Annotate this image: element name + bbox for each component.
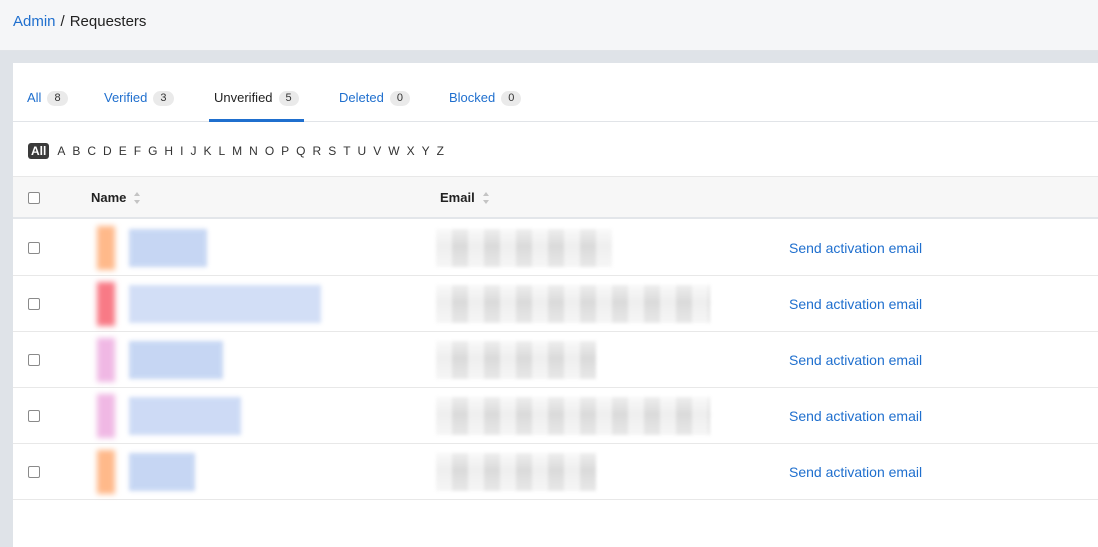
alphabet-filter-letter[interactable]: Z	[437, 143, 444, 159]
top-bar: Admin / Requesters	[0, 0, 1098, 51]
alphabet-filter-letter[interactable]: K	[203, 143, 211, 159]
email-redacted	[436, 341, 596, 379]
email-redacted	[436, 397, 710, 435]
table-row: Send activation email	[13, 276, 1098, 332]
row-checkbox[interactable]	[28, 466, 40, 478]
alphabet-filter-letter[interactable]: C	[87, 143, 96, 159]
column-label: Email	[440, 190, 475, 205]
send-activation-email-link[interactable]: Send activation email	[789, 408, 922, 424]
alphabet-filter-letter[interactable]: T	[343, 143, 350, 159]
alphabet-filter-letter[interactable]: V	[373, 143, 381, 159]
tab-label: All	[27, 90, 42, 105]
row-checkbox[interactable]	[28, 242, 40, 254]
tab-label: Blocked	[449, 90, 496, 105]
alphabet-filter-letter[interactable]: X	[407, 143, 415, 159]
send-activation-email-link[interactable]: Send activation email	[789, 352, 922, 368]
alphabet-filter-letter[interactable]: R	[313, 143, 322, 159]
requesters-panel: All 8 Verified 3 Unverified 5 Deleted 0 Bloc…	[13, 63, 1098, 547]
alphabet-filter-all[interactable]: All	[28, 143, 50, 159]
alphabet-filter-letter[interactable]: U	[358, 143, 367, 159]
tab-label: Unverified	[214, 90, 273, 105]
alphabet-filter-letter[interactable]: I	[180, 143, 183, 159]
column-header-name[interactable]: Name	[91, 190, 141, 205]
alphabet-filter-letter[interactable]: G	[148, 143, 157, 159]
table-row: Send activation email	[13, 332, 1098, 388]
tab-blocked[interactable]: Blocked 0	[449, 90, 522, 122]
alphabet-filter-letter[interactable]: S	[328, 143, 336, 159]
table-header: Name Email	[13, 176, 1098, 219]
tab-unverified[interactable]: Unverified 5	[209, 90, 304, 122]
alphabet-filter-letter[interactable]: N	[249, 143, 258, 159]
avatar	[97, 282, 115, 326]
filter-tabs: All 8 Verified 3 Unverified 5 Deleted 0 Bloc…	[13, 63, 1098, 122]
breadcrumb-admin-link[interactable]: Admin	[13, 13, 56, 30]
alphabet-filter-letter[interactable]: W	[388, 143, 399, 159]
breadcrumb-current: Requesters	[69, 13, 147, 30]
sort-icon	[482, 191, 490, 204]
alphabet-filter-letter[interactable]: Y	[422, 143, 430, 159]
row-checkbox[interactable]	[28, 354, 40, 366]
send-activation-email-link[interactable]: Send activation email	[789, 240, 922, 256]
tab-count-badge: 0	[389, 91, 410, 106]
breadcrumb-separator: /	[60, 13, 65, 30]
row-checkbox[interactable]	[28, 298, 40, 310]
email-redacted	[436, 229, 612, 267]
sort-icon	[134, 191, 141, 204]
tab-label: Verified	[104, 90, 148, 105]
table-row: Send activation email	[13, 444, 1098, 500]
tab-count-badge: 5	[278, 91, 299, 106]
tab-verified[interactable]: Verified 3	[104, 90, 174, 122]
column-label: Name	[91, 190, 127, 205]
alphabet-filter-letter[interactable]: A	[57, 143, 65, 159]
email-redacted	[436, 453, 596, 491]
table-row: Send activation email	[13, 220, 1098, 276]
tab-count-badge: 0	[501, 91, 522, 106]
send-activation-email-link[interactable]: Send activation email	[789, 464, 922, 480]
alphabet-filter-letter[interactable]: B	[72, 143, 80, 159]
column-header-email[interactable]: Email	[440, 190, 490, 205]
email-redacted	[436, 285, 710, 323]
alphabet-filter-letter[interactable]: O	[265, 143, 274, 159]
tab-label: Deleted	[339, 90, 384, 105]
tab-all[interactable]: All 8	[27, 90, 68, 122]
tab-deleted[interactable]: Deleted 0	[339, 90, 410, 122]
name-redacted	[81, 285, 321, 323]
alphabet-filter-letter[interactable]: Q	[296, 143, 305, 159]
avatar	[97, 450, 115, 494]
tab-count-badge: 8	[47, 91, 68, 106]
alphabet-filter: All A B C D E F G H I J K L M N O P Q R S T U V W X Y Z	[28, 143, 451, 159]
alphabet-filter-letter[interactable]: F	[134, 143, 141, 159]
select-all-checkbox[interactable]	[28, 192, 40, 204]
alphabet-filter-letter[interactable]: L	[218, 143, 225, 159]
alphabet-filter-letter[interactable]: J	[190, 143, 196, 159]
tab-count-badge: 3	[153, 91, 174, 106]
alphabet-filter-letter[interactable]: M	[232, 143, 242, 159]
table-row: Send activation email	[13, 388, 1098, 444]
send-activation-email-link[interactable]: Send activation email	[789, 296, 922, 312]
row-checkbox[interactable]	[28, 410, 40, 422]
alphabet-filter-letter[interactable]: E	[119, 143, 127, 159]
avatar	[97, 394, 115, 438]
alphabet-filter-letter[interactable]: H	[164, 143, 173, 159]
alphabet-filter-letter[interactable]: D	[103, 143, 112, 159]
avatar	[97, 338, 115, 382]
avatar	[97, 226, 115, 270]
alphabet-filter-letter[interactable]: P	[281, 143, 289, 159]
